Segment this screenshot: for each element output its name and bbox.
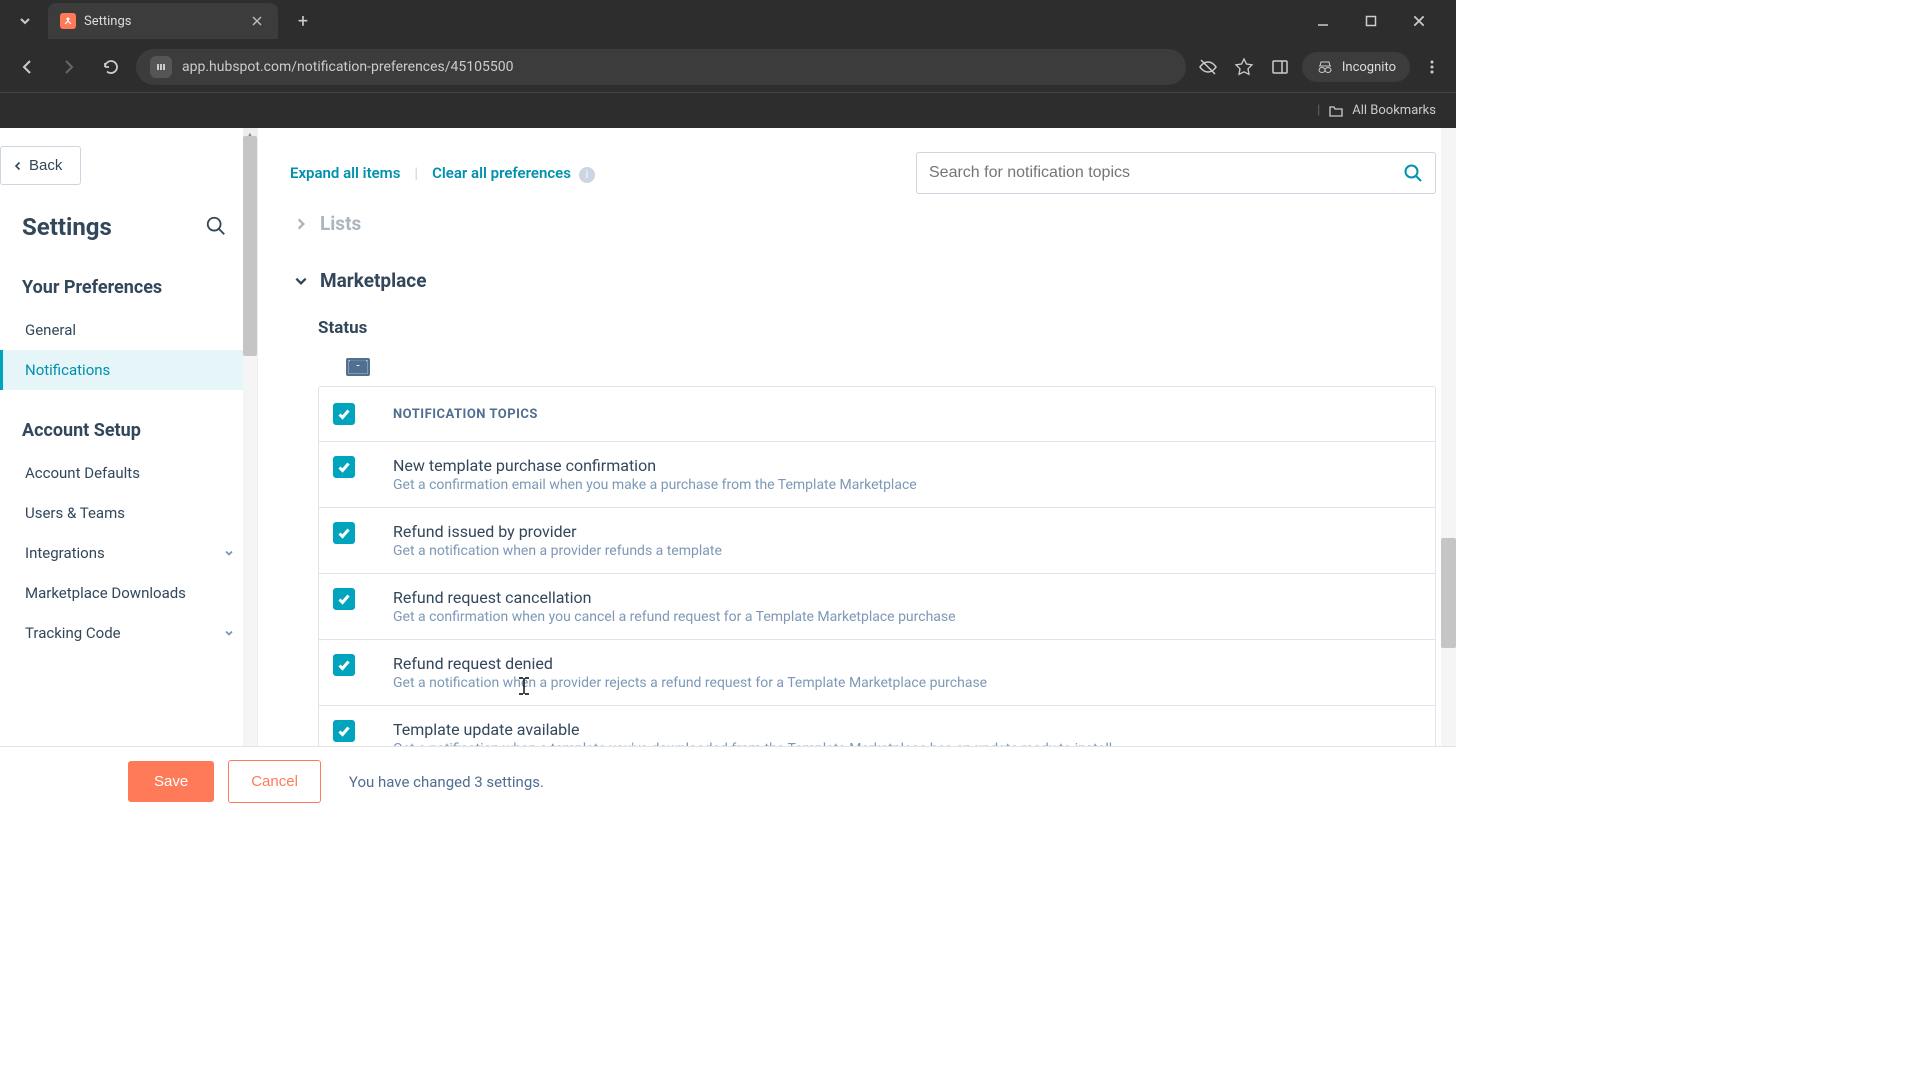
select-all-checkbox[interactable] (333, 403, 355, 425)
browser-menu-icon[interactable] (1418, 53, 1446, 81)
url-text: app.hubspot.com/notification-preferences… (182, 59, 1172, 75)
incognito-chip[interactable]: Incognito (1302, 52, 1410, 82)
app-viewport: Back Settings Your Preferences General N… (0, 128, 1456, 816)
tab-list-dropdown[interactable] (8, 4, 42, 38)
site-info-icon[interactable] (150, 56, 172, 78)
sidepanel-icon[interactable] (1266, 53, 1294, 81)
nav-item-marketplace-downloads[interactable]: Marketplace Downloads (0, 573, 257, 613)
page-title: Settings (22, 213, 112, 241)
topic-checkbox[interactable] (333, 654, 355, 676)
nav-item-account-defaults[interactable]: Account Defaults (0, 453, 257, 493)
incognito-icon (1316, 58, 1334, 76)
separator: | (414, 164, 418, 182)
sidebar-scrollbar[interactable]: ▲ (243, 128, 257, 816)
expand-all-link[interactable]: Expand all items (290, 164, 400, 182)
topic-title: Refund request cancellation (393, 588, 1415, 607)
cancel-button[interactable]: Cancel (228, 760, 321, 803)
topic-title: Refund request denied (393, 654, 1415, 673)
info-icon[interactable]: i (579, 167, 595, 183)
section-lists[interactable]: Lists (290, 204, 1436, 243)
maximize-button[interactable] (1356, 6, 1386, 36)
bookmarks-bar: | All Bookmarks (0, 92, 1456, 128)
chevron-down-icon (223, 627, 235, 639)
topic-checkbox[interactable] (333, 720, 355, 742)
topic-desc: Get a notification when a provider refun… (393, 543, 1415, 559)
topic-checkbox[interactable] (333, 588, 355, 610)
search-icon[interactable] (1403, 163, 1423, 183)
chevron-right-icon (294, 217, 308, 231)
browser-tab[interactable]: Settings (48, 3, 278, 39)
topic-desc: Get a notification when a provider rejec… (393, 675, 1415, 691)
chevron-down-icon (294, 274, 308, 288)
nav-item-general[interactable]: General (0, 310, 257, 350)
main-content: Expand all items | Clear all preferences… (258, 128, 1456, 816)
topics-header-label: NOTIFICATION TOPICS (393, 407, 538, 422)
table-row: New template purchase confirmation Get a… (319, 442, 1435, 508)
back-button[interactable]: Back (0, 146, 81, 185)
sidebar-search-icon[interactable] (205, 215, 229, 239)
url-field[interactable]: app.hubspot.com/notification-preferences… (136, 49, 1186, 85)
tab-title: Settings (84, 14, 240, 29)
topic-desc: Get a confirmation when you cancel a ref… (393, 609, 1415, 625)
table-row: Refund request cancellation Get a confir… (319, 574, 1435, 640)
topic-desc: Get a confirmation email when you make a… (393, 477, 1415, 493)
hubspot-favicon (60, 13, 76, 29)
lists-title: Lists (320, 212, 361, 235)
nav-item-notifications[interactable]: Notifications (0, 350, 257, 390)
clear-all-link[interactable]: Clear all preferences (432, 164, 571, 182)
nav-item-tracking-code[interactable]: Tracking Code (0, 613, 257, 653)
table-header: NOTIFICATION TOPICS (319, 387, 1435, 442)
email-channel-icon (346, 358, 370, 376)
save-bar: Save Cancel You have changed 3 settings. (0, 746, 1456, 816)
sidebar-scroll-thumb[interactable] (243, 136, 257, 356)
chevron-left-icon (13, 161, 23, 171)
browser-chrome: Settings + app.hubspot.com/notification-… (0, 0, 1456, 128)
main-scroll-thumb[interactable] (1441, 538, 1456, 648)
preferences-section-label: Your Preferences (0, 265, 257, 310)
search-input[interactable] (929, 164, 1403, 182)
forward-nav-button[interactable] (52, 50, 86, 84)
topic-checkbox[interactable] (333, 456, 355, 478)
search-box[interactable] (916, 152, 1436, 194)
new-tab-button[interactable]: + (288, 6, 318, 36)
incognito-eye-icon[interactable] (1194, 53, 1222, 81)
nav-item-integrations[interactable]: Integrations (0, 533, 257, 573)
chevron-down-icon (223, 547, 235, 559)
window-controls (1308, 6, 1448, 36)
tab-bar: Settings + (0, 0, 1456, 42)
sidebar: Back Settings Your Preferences General N… (0, 128, 258, 816)
nav-item-users-teams[interactable]: Users & Teams (0, 493, 257, 533)
table-row: Refund issued by provider Get a notifica… (319, 508, 1435, 574)
address-bar: app.hubspot.com/notification-preferences… (0, 42, 1456, 92)
table-row: Refund request denied Get a notification… (319, 640, 1435, 706)
folder-icon (1328, 103, 1344, 119)
bookmark-star-icon[interactable] (1230, 53, 1258, 81)
topline-controls: Expand all items | Clear all preferences… (290, 128, 1436, 210)
section-marketplace[interactable]: Marketplace (290, 261, 1436, 300)
topic-checkbox[interactable] (333, 522, 355, 544)
back-nav-button[interactable] (10, 50, 44, 84)
notification-topics-table: NOTIFICATION TOPICS New template purchas… (318, 386, 1436, 772)
all-bookmarks-link[interactable]: All Bookmarks (1352, 103, 1436, 118)
topic-title: New template purchase confirmation (393, 456, 1415, 475)
minimize-button[interactable] (1308, 6, 1338, 36)
status-label: Status (290, 300, 1436, 348)
close-window-button[interactable] (1404, 6, 1434, 36)
topic-title: Template update available (393, 720, 1415, 739)
marketplace-title: Marketplace (320, 269, 426, 292)
account-setup-section-label: Account Setup (0, 408, 257, 453)
save-status-message: You have changed 3 settings. (349, 773, 544, 791)
incognito-label: Incognito (1342, 60, 1396, 75)
close-tab-icon[interactable] (248, 12, 266, 30)
main-scrollbar[interactable] (1441, 128, 1456, 816)
save-button[interactable]: Save (128, 761, 214, 802)
topic-title: Refund issued by provider (393, 522, 1415, 541)
reload-button[interactable] (94, 50, 128, 84)
